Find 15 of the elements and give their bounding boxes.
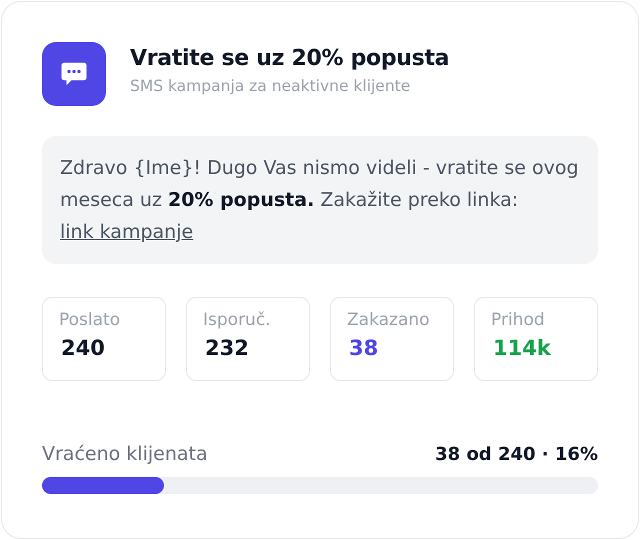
stat-label: Poslato — [59, 310, 120, 330]
progress-label: Vraćeno klijenata — [42, 443, 208, 465]
stat-label: Zakazano — [347, 310, 430, 330]
stat-label: Isporuč. — [203, 310, 271, 330]
chat-bubble-icon — [42, 42, 106, 106]
campaign-link[interactable]: link kampanje — [60, 221, 194, 243]
stat-value: 240 — [60, 336, 105, 360]
campaign-title: Vratite se uz 20% popusta — [130, 46, 450, 71]
campaign-subtitle: SMS kampanja za neaktivne klijente — [130, 77, 412, 95]
stat-value: 114k — [492, 336, 551, 360]
message-preview: Zdravo {Ime}! Dugo Vas nismo videli - vratite se ovog meseca uz 20% popusta. Zakažite preko linka: link kampanje — [42, 136, 598, 264]
stat-label: Prihod — [491, 310, 545, 330]
stat-value: 38 — [348, 336, 378, 360]
progress-reading: 38 od 240 · 16% — [435, 444, 598, 465]
stat-value: 232 — [204, 336, 249, 360]
